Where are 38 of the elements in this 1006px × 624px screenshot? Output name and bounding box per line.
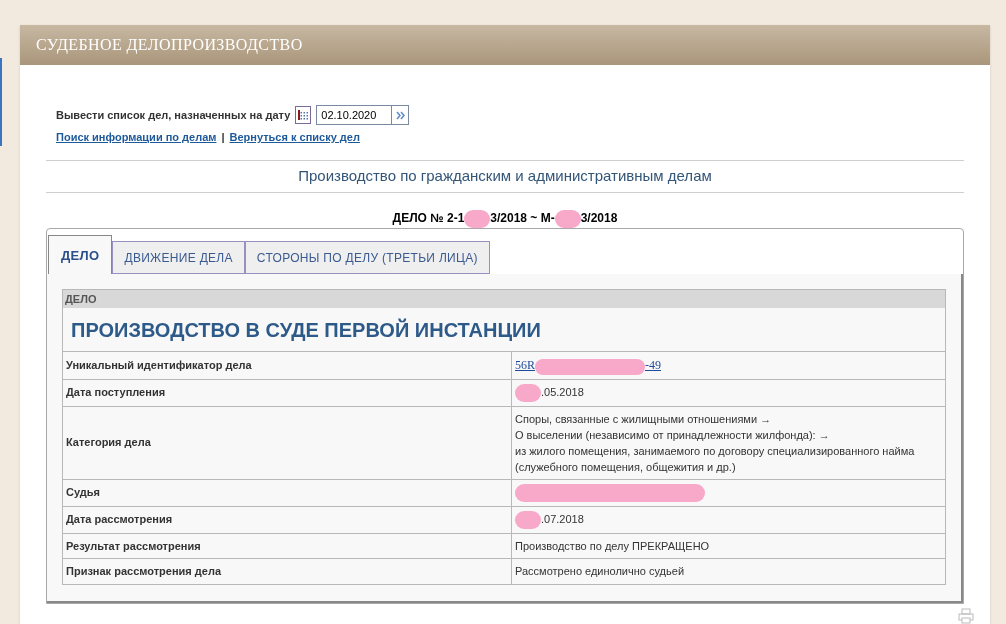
redaction-mark — [554, 210, 581, 229]
tab[interactable]: СТОРОНЫ ПО ДЕЛУ (ТРЕТЬИ ЛИЦА) — [244, 241, 490, 275]
section-title: Производство по гражданским и административным делам — [298, 166, 712, 187]
text: .05.2018 — [541, 385, 584, 401]
text: 3/2018 ~ М- — [490, 211, 555, 226]
calendar-icon — [298, 110, 309, 121]
calendar-button[interactable] — [295, 106, 312, 125]
redaction-mark — [515, 383, 541, 402]
double-chevron-icon — [395, 110, 405, 120]
field-label: Признак рассмотрения дела — [66, 564, 221, 580]
search-link[interactable]: Поиск информации по делам — [56, 129, 217, 146]
table-caption: ДЕЛО — [63, 290, 945, 309]
page-title: СУДЕБНОЕ ДЕЛОПРОИЗВОДСТВО — [36, 35, 303, 56]
category-line: из жилого помещения, занимаемого по договору специализированного найма — [515, 443, 915, 459]
field-label: Дата поступления — [66, 385, 166, 401]
tab[interactable]: ДЕЛО — [48, 235, 113, 275]
field-label: Судья — [66, 485, 100, 501]
field-label: Результат рассмотрения — [66, 538, 201, 554]
text: .07.2018 — [541, 512, 584, 528]
go-button[interactable] — [392, 105, 410, 126]
field-label: Дата рассмотрения — [66, 512, 173, 528]
field-label: Категория дела — [66, 435, 151, 451]
text: ДЕЛО № 2-1 — [392, 211, 465, 226]
text: Производство по делу ПРЕКРАЩЕНО — [515, 538, 710, 554]
table-heading: ПРОИЗВОДСТВО В СУДЕ ПЕРВОЙ ИНСТАНЦИИ — [71, 317, 541, 343]
category-line: О выселении (независимо от принадлежности жилфонда): → — [515, 427, 831, 443]
category-line: (служебного помещения, общежития и др.) — [515, 459, 737, 475]
date-field[interactable]: 02.10.2020 — [316, 105, 393, 126]
category-line: Споры, связанные с жилищными отношениями → — [515, 411, 773, 427]
back-link[interactable]: Вернуться к списку дел — [229, 129, 360, 146]
date-label: Вывести список дел, назначенных на дату — [56, 107, 291, 123]
redaction-mark — [515, 510, 541, 529]
text: Рассмотрено единолично судьей — [515, 564, 685, 580]
tab[interactable]: ДВИЖЕНИЕ ДЕЛА — [112, 241, 245, 275]
field-label: Уникальный идентификатор дела — [66, 358, 252, 374]
separator: | — [221, 130, 225, 146]
redaction-mark — [464, 210, 491, 229]
text: 3/2018 — [580, 211, 618, 226]
